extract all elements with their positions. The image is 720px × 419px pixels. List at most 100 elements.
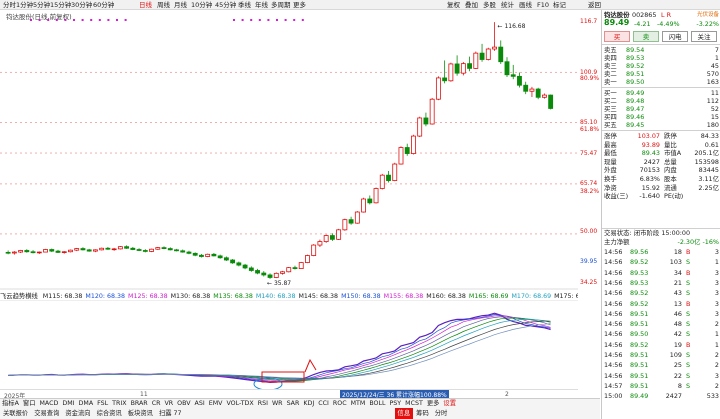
stat-row: 最低 89.43 市值A 205.1亿 — [604, 149, 719, 157]
indicator-legend-item: M155: 68.38 — [383, 293, 424, 300]
period-tab[interactable]: 周线 — [157, 1, 170, 9]
candle — [36, 251, 42, 254]
period-tab[interactable]: 10分钟 — [191, 1, 212, 9]
candle — [99, 247, 105, 251]
view-tab[interactable]: 分时 — [432, 408, 451, 419]
candle — [205, 253, 211, 258]
pct-tick: 38.2% — [580, 188, 600, 195]
bottom-tab[interactable]: 交易查询 — [31, 408, 62, 419]
tick-time: 15:00 — [604, 392, 623, 401]
view-tab[interactable]: 筹码 — [413, 408, 432, 419]
signal-dot — [250, 19, 253, 21]
tick-volume: 103 — [669, 258, 682, 267]
tick-count: 3 — [714, 371, 719, 380]
right-value: 39.95 — [580, 258, 598, 265]
tick-row: 14:56 89.52 43 S 3 — [604, 289, 719, 297]
period-tab[interactable]: 月线 — [174, 1, 187, 9]
tick-volume: 8 — [677, 381, 682, 390]
date-label: 2 — [505, 391, 509, 398]
tick-row: 14:56 89.52 103 S 1 — [604, 258, 719, 266]
stat-value: 0.61 — [704, 140, 719, 149]
stat-label: 最低 — [604, 149, 617, 158]
period-tab[interactable]: 年线 — [255, 1, 268, 9]
period-tab[interactable]: 30分钟 — [71, 1, 92, 9]
candle — [523, 81, 529, 95]
stat-label: PE(动) — [664, 192, 684, 201]
bottom-tab[interactable]: 板块资讯 — [125, 408, 156, 419]
tool-button[interactable]: 多股 — [483, 1, 496, 9]
tick-count: 2 — [714, 361, 719, 370]
period-tab[interactable]: 45分钟 — [215, 1, 236, 9]
stat-value: 70153 — [639, 166, 660, 175]
indicator-legend-item: M120: 68.38 — [85, 293, 126, 300]
tick-row: 14:56 89.52 19 B 1 — [604, 341, 719, 349]
candle — [548, 94, 554, 110]
candle — [435, 76, 441, 101]
candle — [61, 251, 67, 254]
indicator-legend-item: M160: 68.38 — [426, 293, 466, 300]
stock-code: 002865 — [632, 11, 657, 19]
buy-button[interactable]: 买 — [604, 31, 630, 42]
candle — [167, 247, 173, 251]
order-level: 买三 89.47 52 — [604, 105, 719, 113]
indicator-legend-item: M165: 68.69 — [468, 293, 509, 300]
bottom-tab[interactable]: 综合资讯 — [94, 408, 125, 419]
candle — [255, 268, 260, 275]
tool-button[interactable]: 统计 — [501, 1, 514, 9]
sector-label[interactable]: 光伏设备 — [697, 11, 719, 19]
period-tab-daily[interactable]: 日线 — [139, 1, 152, 9]
tick-row: 14:56 89.51 22 S 3 — [604, 372, 719, 380]
tick-time: 14:57 — [604, 381, 623, 390]
period-tab[interactable]: 1分钟 — [16, 1, 33, 9]
candlestick-chart[interactable]: ← 116.68 ← 35.87 — [0, 18, 578, 290]
bottom-tab[interactable]: 资金流向 — [62, 408, 93, 419]
level-label: 卖二 — [604, 70, 617, 78]
tool-button[interactable]: 叠加 — [465, 1, 478, 9]
level-label: 买二 — [604, 97, 617, 105]
candle — [261, 271, 267, 277]
candle — [192, 252, 198, 257]
candle — [142, 249, 148, 253]
signal-dot — [276, 19, 278, 21]
bottom-tab[interactable]: 扫露 77 — [156, 408, 185, 419]
period-tab[interactable]: 15分钟 — [50, 1, 71, 9]
candle — [92, 249, 98, 253]
tick-volume: 18 — [673, 248, 682, 256]
level-label: 卖四 — [604, 54, 617, 62]
period-tab[interactable]: 5分钟 — [33, 1, 50, 9]
candle — [11, 251, 17, 255]
signal-dot — [64, 19, 67, 21]
indicator-chart[interactable] — [0, 300, 578, 389]
period-tab[interactable]: 分时 — [3, 1, 16, 9]
stat-label: 换手 — [604, 175, 617, 183]
tick-side: S — [686, 381, 691, 390]
tick-row: 14:56 89.50 42 S 1 — [604, 330, 719, 338]
candle — [180, 249, 186, 253]
tick-price: 89.51 — [630, 309, 649, 318]
tool-button[interactable]: F10 — [537, 1, 549, 9]
bottom-tab[interactable]: 关联报价 — [0, 408, 31, 419]
tick-row: 14:56 89.56 18 B 3 — [604, 248, 719, 256]
flash-trade-button[interactable]: 闪电 — [662, 31, 688, 42]
quote-panel: 钧达股份 002865 L R 光伏设备 89.49 -4.21 -4.49% … — [601, 10, 720, 419]
view-tab[interactable]: 信息 — [394, 408, 414, 419]
candle — [541, 93, 547, 99]
period-tab[interactable]: 更多 — [293, 1, 306, 9]
price-tick: 116.7 — [580, 18, 598, 25]
period-tab[interactable]: 多周期 — [271, 1, 291, 9]
candle — [417, 116, 423, 138]
tick-side: S — [686, 361, 691, 370]
watch-button[interactable]: 关注 — [691, 31, 717, 42]
tool-button[interactable]: 画线 — [519, 1, 532, 9]
tool-button[interactable]: 复权 — [447, 1, 460, 9]
back-button[interactable]: 返回 — [588, 1, 601, 9]
candle — [117, 246, 123, 250]
candle — [411, 134, 416, 155]
period-tab[interactable]: 60分钟 — [93, 1, 114, 9]
candle — [535, 87, 541, 100]
tool-button[interactable]: 标记 — [553, 1, 566, 9]
signal-dot — [284, 19, 287, 21]
period-tab[interactable]: 季线 — [238, 1, 251, 9]
sell-button[interactable]: 卖 — [633, 31, 659, 42]
price-tick: 34.25 — [580, 279, 598, 286]
